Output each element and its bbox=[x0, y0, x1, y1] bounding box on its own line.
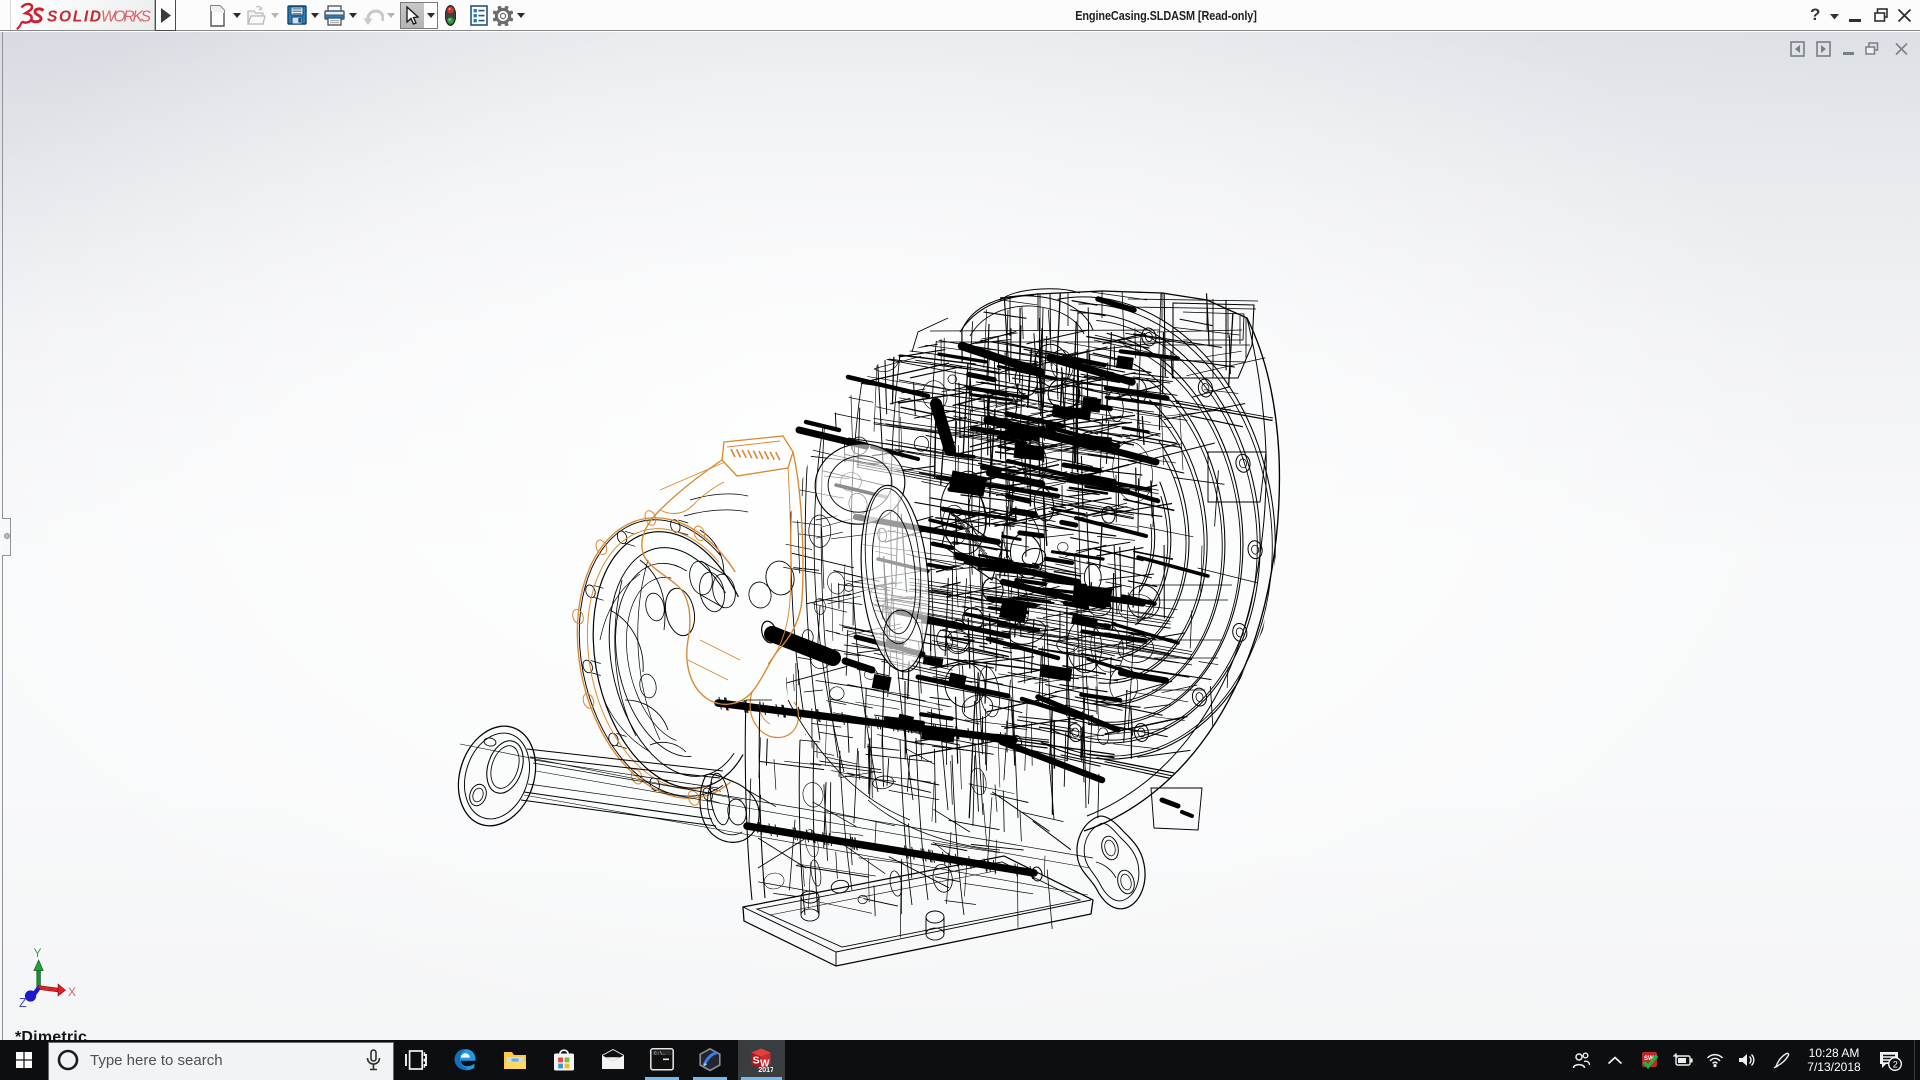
svg-text:Z: Z bbox=[19, 996, 27, 1010]
svg-text:X: X bbox=[68, 985, 76, 999]
svg-text:S: S bbox=[753, 1055, 760, 1067]
svg-text:2: 2 bbox=[1893, 1059, 1898, 1069]
svg-text:C:\_: C:\_ bbox=[654, 1050, 665, 1056]
svg-text:Y: Y bbox=[34, 946, 42, 960]
svg-text:2017: 2017 bbox=[758, 1067, 773, 1073]
